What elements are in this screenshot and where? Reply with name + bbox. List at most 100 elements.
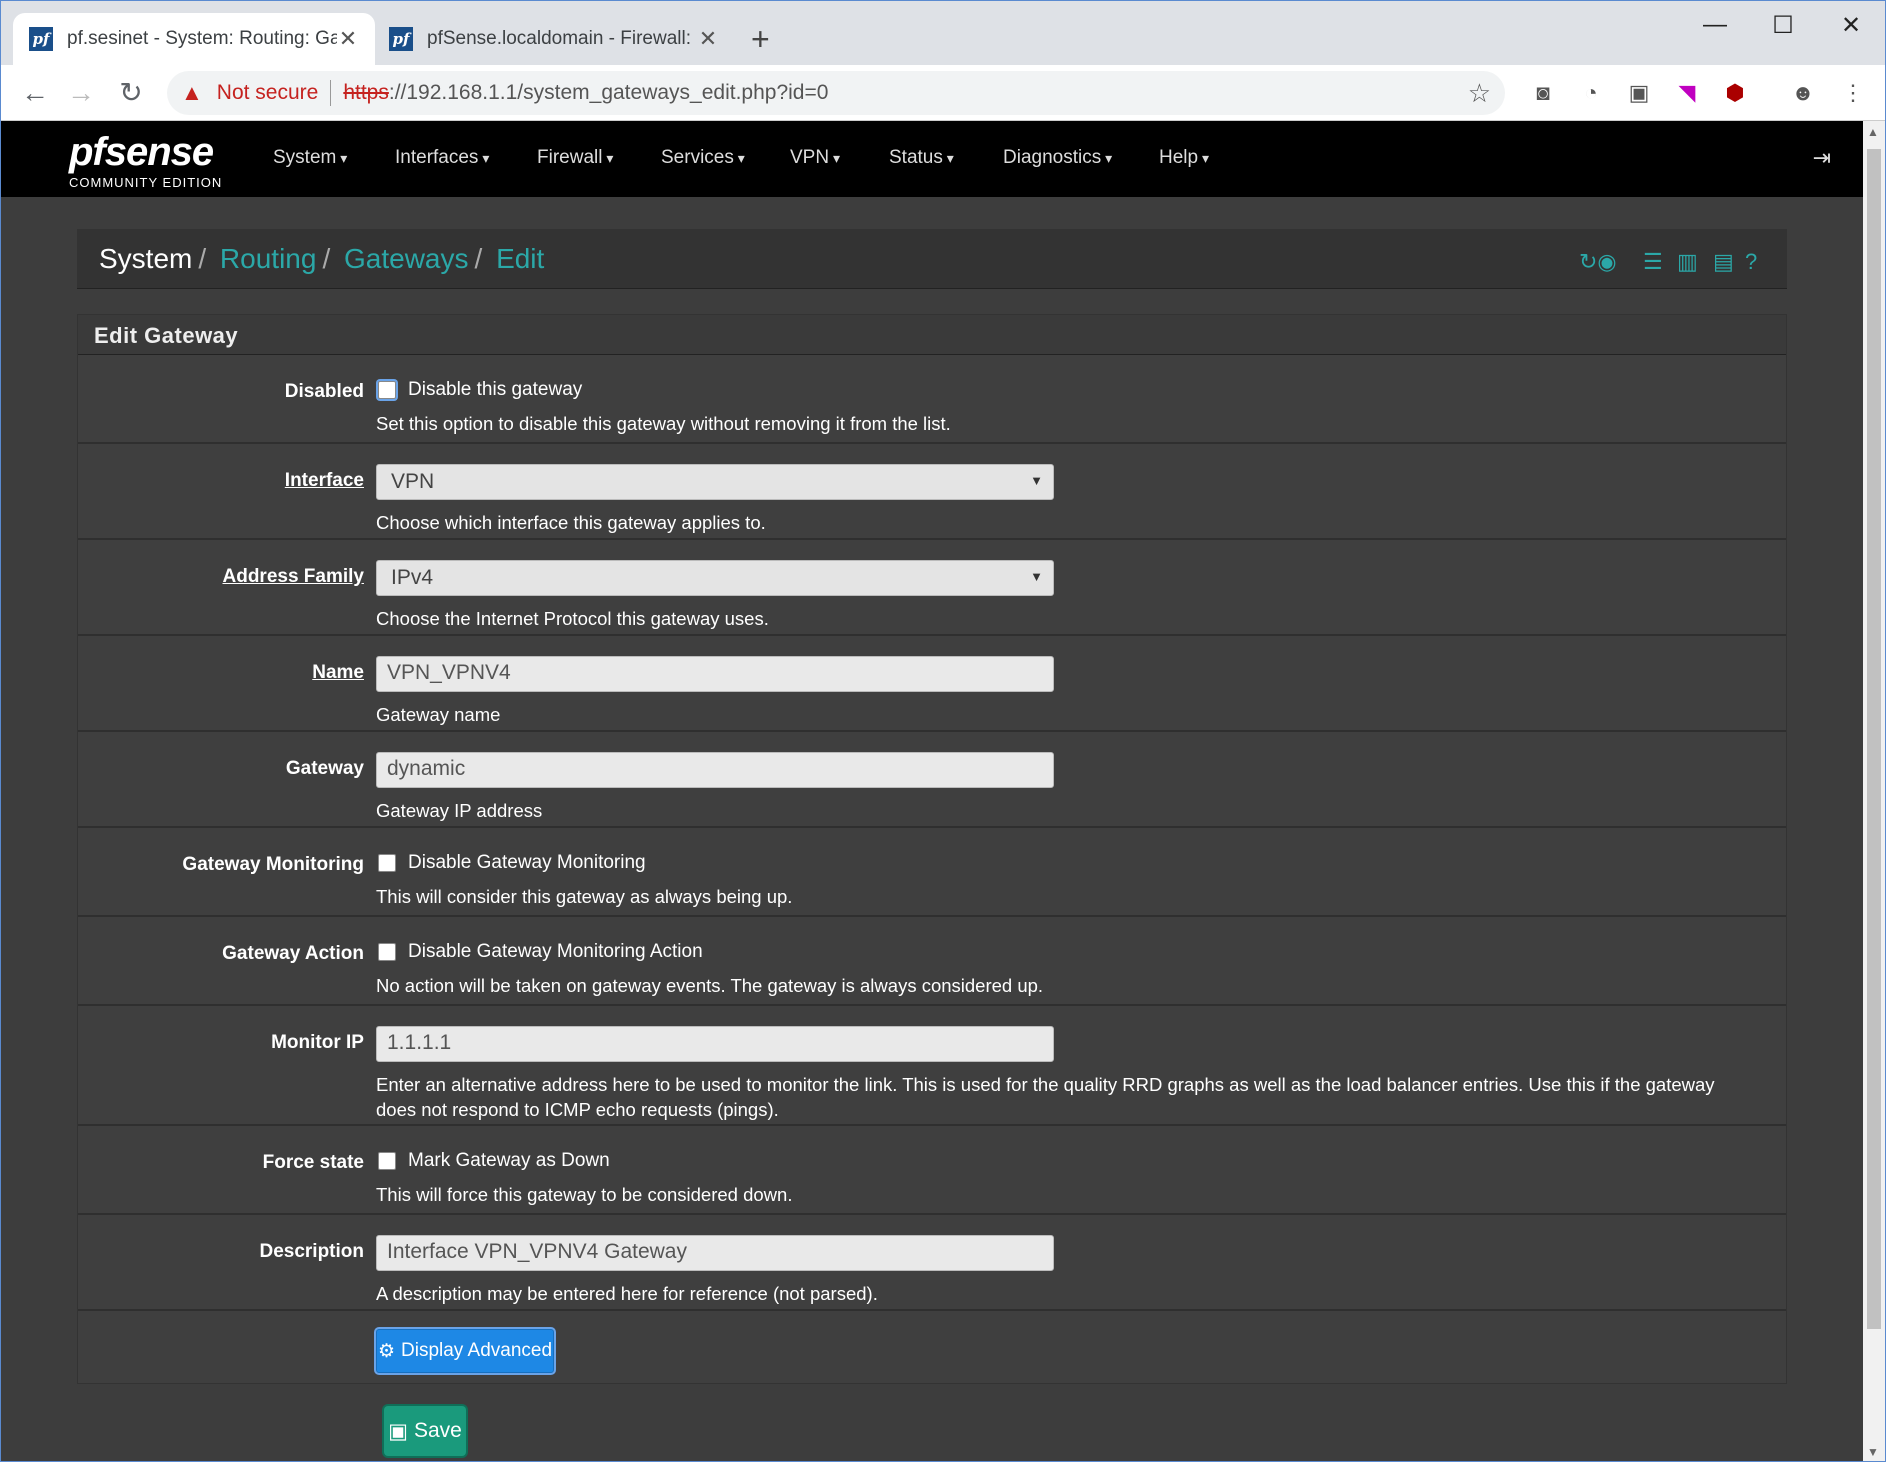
restart-service-icon[interactable]: ↻◉ xyxy=(1579,249,1617,275)
label-interface[interactable]: Interface xyxy=(285,470,364,492)
browser-tab-active[interactable]: pf pf.sesinet - System: Routing: Gate ✕ xyxy=(13,13,375,65)
row-description: Description Interface VPN_VPNV4 Gateway … xyxy=(78,1215,1786,1311)
close-window-icon[interactable]: ✕ xyxy=(1831,11,1871,40)
menu-services[interactable]: Services xyxy=(661,147,745,169)
disable-gateway-checkbox[interactable] xyxy=(378,381,396,399)
menu-diagnostics[interactable]: Diagnostics xyxy=(1003,147,1112,169)
log-table-icon[interactable]: ▤ xyxy=(1713,249,1734,275)
label-gateway-monitoring: Gateway Monitoring xyxy=(182,854,364,875)
mark-down-checkbox[interactable] xyxy=(378,1152,396,1170)
settings-sliders-icon[interactable]: ☰ xyxy=(1643,249,1663,275)
menu-help[interactable]: Help xyxy=(1159,147,1209,169)
panel-title: Edit Gateway xyxy=(78,315,1786,355)
save-button[interactable]: ▣ Save xyxy=(384,1406,466,1456)
bookmark-star-icon[interactable]: ☆ xyxy=(1468,78,1491,109)
row-interface: Interface VPN Choose which interface thi… xyxy=(78,444,1786,540)
forward-icon[interactable]: → xyxy=(63,75,99,111)
camera-icon[interactable]: ◙ xyxy=(1529,79,1557,107)
row-monitor-ip: Monitor IP 1.1.1.1 Enter an alternative … xyxy=(78,1006,1786,1126)
help-text: Choose which interface this gateway appl… xyxy=(376,512,766,533)
crumb-gateways[interactable]: Gateways xyxy=(344,243,469,274)
help-text: Gateway IP address xyxy=(376,800,543,821)
cast-icon[interactable]: ▣ xyxy=(1625,79,1653,107)
url-scheme: https xyxy=(343,81,389,104)
scrollbar-thumb[interactable] xyxy=(1867,149,1881,1329)
close-tab-icon[interactable]: ✕ xyxy=(697,26,719,52)
tab-title: pfSense.localdomain - Firewall: N xyxy=(427,28,697,49)
url-text: ://192.168.1.1/system_gateways_edit.php?… xyxy=(388,81,829,104)
menu-interfaces[interactable]: Interfaces xyxy=(395,147,489,169)
help-text: A description may be entered here for re… xyxy=(376,1283,878,1304)
row-gateway-action: Gateway Action Disable Gateway Monitorin… xyxy=(78,917,1786,1006)
close-tab-icon[interactable]: ✕ xyxy=(337,26,359,52)
rss-icon[interactable]: ◥ xyxy=(1673,79,1701,107)
display-advanced-button[interactable]: ⚙ Display Advanced xyxy=(376,1329,554,1373)
row-address-family: Address Family IPv4 Choose the Internet … xyxy=(78,540,1786,636)
menu-firewall[interactable]: Firewall xyxy=(537,147,613,169)
row-gateway-monitoring: Gateway Monitoring Disable Gateway Monit… xyxy=(78,828,1786,917)
row-gateway: Gateway dynamic Gateway IP address xyxy=(78,732,1786,828)
ublock-icon[interactable]: ⬢ xyxy=(1721,79,1749,107)
gateway-ip-input[interactable]: dynamic xyxy=(376,752,1054,788)
menu-dots-icon[interactable]: ⋮ xyxy=(1839,79,1867,107)
label-description: Description xyxy=(259,1241,364,1262)
label-disabled: Disabled xyxy=(284,381,364,402)
menu-vpn[interactable]: VPN xyxy=(790,147,840,169)
label-monitor-ip: Monitor IP xyxy=(271,1032,364,1053)
monitor-ip-input[interactable]: 1.1.1.1 xyxy=(376,1026,1054,1062)
disable-monitoring-action-checkbox[interactable] xyxy=(378,943,396,961)
floppy-disk-icon: ▣ xyxy=(388,1419,408,1443)
help-text: No action will be taken on gateway event… xyxy=(376,975,1044,996)
pfsense-logo[interactable]: pfsense COMMUNITY EDITION xyxy=(69,131,222,190)
help-text: Enter an alternative address here to be … xyxy=(376,1074,1715,1120)
address-family-select[interactable]: IPv4 xyxy=(376,560,1054,596)
tab-title: pf.sesinet - System: Routing: Gate xyxy=(67,28,337,49)
page-scrollbar[interactable]: ▲ ▼ xyxy=(1863,121,1885,1461)
reload-icon[interactable]: ↻ xyxy=(113,75,149,111)
checkbox-label: Mark Gateway as Down xyxy=(408,1150,610,1171)
menu-system[interactable]: System xyxy=(273,147,347,169)
help-text: Choose the Internet Protocol this gatewa… xyxy=(376,608,769,629)
description-input[interactable]: Interface VPN_VPNV4 Gateway xyxy=(376,1235,1054,1271)
gear-icon: ⚙ xyxy=(377,1340,395,1362)
checkbox-label: Disable this gateway xyxy=(408,379,583,400)
help-text: This will force this gateway to be consi… xyxy=(376,1184,793,1205)
save-label: Save xyxy=(413,1419,462,1442)
back-icon[interactable]: ← xyxy=(17,75,53,111)
pfsense-favicon-icon: pf xyxy=(29,27,53,51)
profile-icon[interactable]: ☻ xyxy=(1789,79,1817,107)
logout-icon[interactable]: ⇥ xyxy=(1813,145,1831,171)
pfsense-navbar: pfsense COMMUNITY EDITION System Interfa… xyxy=(1,121,1863,197)
menu-status[interactable]: Status xyxy=(889,147,954,169)
maximize-icon[interactable]: ☐ xyxy=(1763,11,1803,40)
scroll-up-icon[interactable]: ▲ xyxy=(1867,125,1879,139)
help-text: Set this option to disable this gateway … xyxy=(376,413,951,434)
help-text: Gateway name xyxy=(376,704,501,725)
disable-monitoring-checkbox[interactable] xyxy=(378,854,396,872)
row-disabled: Disabled Disable this gateway Set this o… xyxy=(78,355,1786,444)
speedometer-icon[interactable]: ◔ xyxy=(1577,79,1605,107)
divider xyxy=(330,80,332,106)
address-bar[interactable]: ▲ Not secure https ://192.168.1.1/system… xyxy=(167,71,1505,115)
scroll-down-icon[interactable]: ▼ xyxy=(1867,1445,1879,1459)
bar-chart-icon[interactable]: ▥ xyxy=(1677,249,1698,275)
crumb-routing[interactable]: Routing xyxy=(220,243,317,274)
label-gateway: Gateway xyxy=(285,758,364,779)
crumb-edit[interactable]: Edit xyxy=(496,243,544,274)
label-name[interactable]: Name xyxy=(312,662,364,684)
breadcrumb: System / Routing / Gateways / Edit xyxy=(99,243,545,274)
pfsense-favicon-icon: pf xyxy=(389,27,413,51)
interface-select[interactable]: VPN xyxy=(376,464,1054,500)
browser-tab[interactable]: pf pfSense.localdomain - Firewall: N ✕ xyxy=(373,13,735,65)
name-input[interactable]: VPN_VPNV4 xyxy=(376,656,1054,692)
help-icon[interactable]: ? xyxy=(1745,249,1757,275)
label-gateway-action: Gateway Action xyxy=(222,943,364,964)
crumb-system: System xyxy=(99,243,193,274)
warning-icon: ▲ xyxy=(181,80,203,105)
edition-label: COMMUNITY EDITION xyxy=(69,175,223,190)
minimize-icon[interactable]: — xyxy=(1695,11,1735,39)
checkbox-label: Disable Gateway Monitoring Action xyxy=(408,941,703,962)
help-text: This will consider this gateway as alway… xyxy=(376,886,793,907)
new-tab-icon[interactable]: + xyxy=(751,23,770,55)
label-address-family[interactable]: Address Family xyxy=(223,566,365,588)
